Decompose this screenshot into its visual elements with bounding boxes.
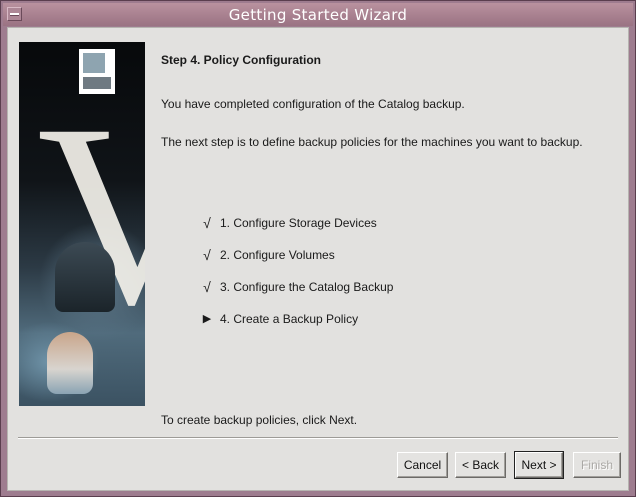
step-item-current: ▶ 4. Create a Backup Policy: [201, 312, 393, 344]
wizard-content: Step 4. Policy Configuration You have co…: [161, 28, 628, 490]
cancel-button[interactable]: Cancel: [397, 452, 448, 478]
checkmark-icon: √: [203, 215, 211, 231]
person-graphic: [55, 242, 115, 312]
button-separator: [18, 437, 618, 439]
step-item: √ 2. Configure Volumes: [201, 248, 393, 280]
title-bar[interactable]: Getting Started Wizard: [3, 3, 633, 26]
wizard-side-image: V: [19, 42, 145, 406]
step-label: 3. Configure the Catalog Backup: [220, 280, 394, 294]
intro-text: You have completed configuration of the …: [161, 97, 465, 111]
button-bar: Cancel < Back Next > Finish: [8, 451, 630, 479]
window-title: Getting Started Wizard: [228, 6, 408, 24]
footer-instruction: To create backup policies, click Next.: [161, 413, 358, 427]
step-label: 1. Configure Storage Devices: [220, 216, 377, 230]
step-item: √ 1. Configure Storage Devices: [201, 216, 393, 248]
wizard-client-area: V Step 4. Policy Configuration You have …: [7, 27, 629, 491]
wizard-window: Getting Started Wizard V Step 4. Policy …: [0, 0, 636, 497]
finish-button[interactable]: Finish: [573, 452, 621, 478]
step-item: √ 3. Configure the Catalog Backup: [201, 280, 393, 312]
step-label: 4. Create a Backup Policy: [220, 312, 359, 326]
step-heading: Step 4. Policy Configuration: [161, 53, 322, 67]
person-graphic: [47, 332, 93, 394]
step-label: 2. Configure Volumes: [220, 248, 335, 262]
checkmark-icon: √: [203, 279, 211, 295]
step-list: √ 1. Configure Storage Devices √ 2. Conf…: [201, 216, 394, 344]
back-button[interactable]: < Back: [455, 452, 506, 478]
next-step-text: The next step is to define backup polici…: [161, 135, 583, 149]
current-step-arrow-icon: ▶: [202, 313, 212, 325]
next-button[interactable]: Next >: [514, 451, 564, 479]
checkmark-icon: √: [203, 247, 211, 263]
